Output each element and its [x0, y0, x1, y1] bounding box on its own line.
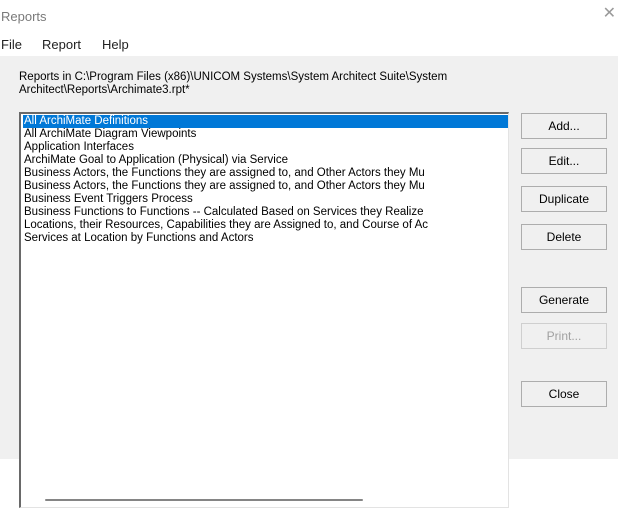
delete-button[interactable]: Delete	[521, 224, 607, 250]
scrollbar-thumb[interactable]	[45, 499, 363, 501]
report-list-item[interactable]: Business Actors, the Functions they are …	[23, 180, 508, 193]
report-list-item[interactable]: Services at Location by Functions and Ac…	[23, 232, 508, 245]
menu-help[interactable]: Help	[102, 37, 129, 52]
menu-report[interactable]: Report	[42, 37, 81, 52]
dialog-body: Reports in C:\Program Files (x86)\UNICOM…	[0, 56, 618, 508]
edit-button[interactable]: Edit...	[521, 148, 607, 174]
report-list-item[interactable]: Locations, their Resources, Capabilities…	[23, 219, 508, 232]
report-list-item[interactable]: ArchiMate Goal to Application (Physical)…	[23, 154, 508, 167]
title-bar: Reports ✕	[0, 0, 618, 32]
add-button[interactable]: Add...	[521, 113, 607, 139]
close-icon[interactable]: ✕	[603, 6, 616, 22]
generate-button[interactable]: Generate	[521, 287, 607, 313]
report-list-item[interactable]: Business Event Triggers Process	[23, 193, 508, 206]
print-button[interactable]: Print...	[521, 323, 607, 349]
report-list-item[interactable]: Business Functions to Functions -- Calcu…	[23, 206, 508, 219]
close-button[interactable]: Close	[521, 381, 607, 407]
reports-list: All ArchiMate Definitions All ArchiMate …	[23, 115, 508, 245]
report-list-item[interactable]: Business Actors, the Functions they are …	[23, 167, 508, 180]
report-list-item[interactable]: Application Interfaces	[23, 141, 508, 154]
menu-file[interactable]: File	[1, 37, 22, 52]
reports-listbox[interactable]: All ArchiMate Definitions All ArchiMate …	[19, 112, 509, 508]
report-list-item[interactable]: All ArchiMate Definitions	[23, 115, 508, 128]
reports-path-label: Reports in C:\Program Files (x86)\UNICOM…	[19, 71, 448, 96]
menu-bar: File Report Help	[0, 32, 618, 56]
report-list-item[interactable]: All ArchiMate Diagram Viewpoints	[23, 128, 508, 141]
duplicate-button[interactable]: Duplicate	[521, 186, 607, 212]
horizontal-scrollbar[interactable]	[21, 493, 508, 507]
window-title: Reports	[1, 9, 47, 24]
